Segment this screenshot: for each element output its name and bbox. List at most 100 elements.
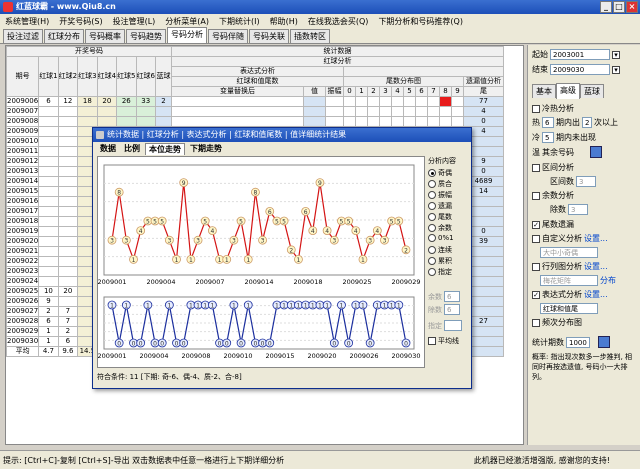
tab-2[interactable]: 号码概率 xyxy=(85,29,125,43)
cell-num[interactable] xyxy=(57,136,79,147)
menu-betting[interactable]: 投注管理(L) xyxy=(108,16,161,27)
option-radio[interactable] xyxy=(428,257,436,265)
cell-expr[interactable] xyxy=(171,106,304,117)
range-checkbox[interactable] xyxy=(532,163,540,172)
cell-num[interactable] xyxy=(155,106,172,117)
tab-3[interactable]: 号码趋势 xyxy=(126,29,166,43)
cell-num[interactable] xyxy=(38,106,59,117)
cell-num[interactable]: 9 xyxy=(38,296,59,307)
cell-issue[interactable]: 2009021 xyxy=(6,246,40,257)
menu-system[interactable]: 系统管理(H) xyxy=(0,16,54,27)
cell-issue[interactable]: 2009026 xyxy=(6,296,40,307)
cell-digit[interactable] xyxy=(451,116,464,127)
cell-issue[interactable]: 2009008 xyxy=(6,116,40,127)
option-radio[interactable] xyxy=(428,202,436,210)
cell-expr[interactable] xyxy=(171,96,304,107)
hot-count-input[interactable]: 2 xyxy=(582,117,592,128)
stat-input[interactable]: 1000 xyxy=(566,336,590,348)
cell-issue[interactable]: 2009006 xyxy=(6,96,40,107)
dialog-tab-3[interactable]: 下期走势 xyxy=(187,143,225,155)
cell-num[interactable] xyxy=(96,116,118,127)
cell-num[interactable] xyxy=(38,156,59,167)
cell-num[interactable] xyxy=(57,216,79,227)
cell-digit[interactable] xyxy=(415,106,428,117)
close-button[interactable]: × xyxy=(626,1,638,13)
cell-num[interactable] xyxy=(57,256,79,267)
option-2[interactable]: 振幅 xyxy=(428,190,452,200)
search-icon[interactable] xyxy=(590,146,602,158)
rem-checkbox[interactable] xyxy=(532,191,540,200)
cell-digit[interactable] xyxy=(367,116,380,127)
cell-digit[interactable] xyxy=(379,116,392,127)
cell-issue[interactable]: 2009022 xyxy=(6,256,40,267)
lower-option-input[interactable]: 6 xyxy=(444,291,460,302)
cell-digit[interactable] xyxy=(403,116,416,127)
cell-digit[interactable] xyxy=(367,96,380,107)
tab-blue[interactable]: 蓝球 xyxy=(580,84,604,98)
cell-digit[interactable] xyxy=(367,106,380,117)
cell-issue[interactable]: 2009016 xyxy=(6,196,40,207)
cell-num[interactable] xyxy=(57,226,79,237)
cell-issue[interactable]: 2009027 xyxy=(6,306,40,317)
cell-num[interactable] xyxy=(38,146,59,157)
cell-digit[interactable] xyxy=(355,106,368,117)
dialog-tab-0[interactable]: 数据 xyxy=(97,143,119,155)
cell-num[interactable] xyxy=(57,186,79,197)
option-radio[interactable] xyxy=(428,213,436,221)
smooth-checkbox[interactable] xyxy=(428,337,436,345)
cell-num[interactable]: 2 xyxy=(155,96,172,107)
cell-digit[interactable] xyxy=(427,106,440,117)
menu-recommend[interactable]: 下期分析和号码推荐(Q) xyxy=(373,16,468,27)
cell-num[interactable]: 6 xyxy=(57,336,79,347)
cell-tail[interactable]: 77 xyxy=(463,96,504,107)
cell-digit[interactable] xyxy=(403,96,416,107)
option-8[interactable]: 累积 xyxy=(428,256,452,266)
option-1[interactable]: 质合 xyxy=(428,179,452,189)
cell-num[interactable]: 6 xyxy=(38,96,59,107)
cell-issue[interactable]: 2009014 xyxy=(6,176,40,187)
cell-num[interactable]: 4.7 xyxy=(38,346,59,357)
tab-0[interactable]: 投注过滤 xyxy=(3,29,43,43)
tab-5[interactable]: 号码伴随 xyxy=(208,29,248,43)
cell-num[interactable]: 7 xyxy=(57,316,79,327)
cell-digit[interactable] xyxy=(343,116,356,127)
option-radio[interactable] xyxy=(428,224,436,232)
cell-num[interactable] xyxy=(57,206,79,217)
cell-num[interactable] xyxy=(96,106,118,117)
cell-num[interactable] xyxy=(38,176,59,187)
start-dropdown-icon[interactable]: ▾ xyxy=(612,50,620,59)
range-count-input[interactable]: 3 xyxy=(576,176,596,187)
cell-num[interactable] xyxy=(135,106,157,117)
row-select[interactable]: 梅花矩阵 xyxy=(540,275,598,286)
lower-option-input[interactable]: 6 xyxy=(444,304,460,315)
cell-issue[interactable]: 2009025 xyxy=(6,286,40,297)
cell-digit[interactable] xyxy=(451,96,464,107)
cell-num[interactable] xyxy=(57,296,79,307)
cell-num[interactable] xyxy=(57,116,79,127)
expr-checkbox[interactable]: ✓ xyxy=(532,290,540,299)
cell-digit[interactable] xyxy=(379,106,392,117)
cell-num[interactable] xyxy=(57,266,79,277)
expr-select[interactable]: 红球和值尾 xyxy=(540,303,598,314)
table-row[interactable]: 2009006 6 12 18 20 26 33 2 77 xyxy=(6,96,504,107)
table-row[interactable]: 2009008 0 xyxy=(6,116,504,127)
option-radio[interactable] xyxy=(428,180,436,188)
end-dropdown-icon[interactable]: ▾ xyxy=(612,65,620,74)
cell-num[interactable] xyxy=(38,186,59,197)
row-set-link[interactable]: 设置... xyxy=(584,261,608,272)
cell-num[interactable]: 20 xyxy=(57,286,79,297)
cell-num[interactable]: 6 xyxy=(38,316,59,327)
cell-digit[interactable] xyxy=(439,116,452,127)
cell-num[interactable] xyxy=(38,276,59,287)
cell-digit[interactable] xyxy=(415,96,428,107)
cell-num[interactable] xyxy=(77,116,98,127)
cell-num[interactable]: 7 xyxy=(57,306,79,317)
menu-stats[interactable]: 下期统计(I) xyxy=(214,16,265,27)
cell-issue[interactable]: 2009013 xyxy=(6,166,40,177)
cell-num[interactable] xyxy=(38,126,59,137)
cell-num[interactable] xyxy=(38,236,59,247)
cell-issue[interactable]: 2009023 xyxy=(6,266,40,277)
cold-period-input[interactable]: 5 xyxy=(542,132,554,143)
cell-issue[interactable]: 2009029 xyxy=(6,326,40,337)
cell-issue[interactable]: 2009011 xyxy=(6,146,40,157)
